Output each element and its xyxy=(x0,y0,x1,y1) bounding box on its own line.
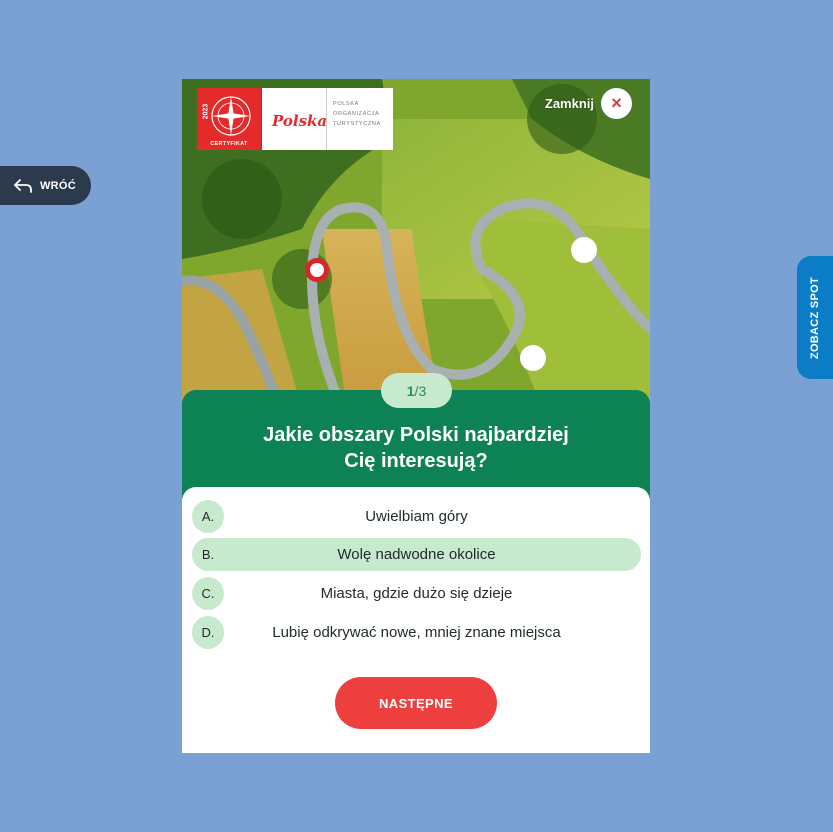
back-button[interactable]: WRÓĆ xyxy=(0,166,91,205)
close-icon[interactable]: × xyxy=(601,88,632,119)
see-spot-tab[interactable]: ZOBACZ SPOT xyxy=(797,256,833,379)
answer-text: Miasta, gdzie dużo się dzieje xyxy=(320,585,513,602)
answer-option-b[interactable]: B. Wolę nadwodne okolice xyxy=(192,538,641,571)
pot-logo: Polska POLSKA ORGANIZACJA TURYSTYCZNA xyxy=(262,88,393,150)
answer-option-d[interactable]: D. Lubię odkrywać nowe, mniej znane miej… xyxy=(192,616,641,649)
answer-key: D. xyxy=(192,616,224,649)
answer-key: A. xyxy=(192,500,224,533)
close-control[interactable]: Zamknij × xyxy=(545,88,632,119)
answer-key: B. xyxy=(192,538,224,571)
see-spot-label: ZOBACZ SPOT xyxy=(809,276,822,359)
close-label[interactable]: Zamknij xyxy=(545,96,594,111)
back-label: WRÓĆ xyxy=(40,179,77,192)
polska-logo-word: Polska xyxy=(272,112,328,130)
question-title: Jakie obszary Polski najbardziej Cię int… xyxy=(202,422,630,474)
answer-option-a[interactable]: A. Uwielbiam góry xyxy=(192,500,641,533)
step-total: 3 xyxy=(418,382,427,399)
certificate-badge: 2023 CERTYFIKAT xyxy=(197,88,261,150)
org-line3: TURYSTYCZNA xyxy=(333,121,381,127)
arrow-back-icon xyxy=(14,178,32,193)
step-current: 1 xyxy=(406,382,415,399)
organization-name: POLSKA ORGANIZACJA TURYSTYCZNA xyxy=(327,88,381,150)
certificate-year: 2023 xyxy=(202,103,210,120)
next-button[interactable]: NASTĘPNE xyxy=(335,677,497,729)
polska-logo-mark: Polska xyxy=(262,88,327,150)
question-line1: Jakie obszary Polski najbardziej xyxy=(263,424,569,446)
answer-text: Uwielbiam góry xyxy=(365,508,468,525)
question-line2: Cię interesują? xyxy=(344,450,488,472)
hero-image: 2023 CERTYFIKAT Polska POLSKA ORGANIZACJ… xyxy=(182,79,650,409)
org-line1: POLSKA xyxy=(333,101,359,107)
org-line2: ORGANIZACJA xyxy=(333,111,380,117)
answer-text: Lubię odkrywać nowe, mniej znane miejsca xyxy=(272,624,561,641)
answer-key: C. xyxy=(192,577,224,610)
step-counter: 1 / 3 xyxy=(381,373,452,408)
certificate-caption: CERTYFIKAT xyxy=(210,141,248,147)
quiz-modal: 2023 CERTYFIKAT Polska POLSKA ORGANIZACJ… xyxy=(182,79,650,753)
answer-text: Wolę nadwodne okolice xyxy=(337,546,496,563)
answer-option-c[interactable]: C. Miasta, gdzie dużo się dzieje xyxy=(192,577,641,610)
